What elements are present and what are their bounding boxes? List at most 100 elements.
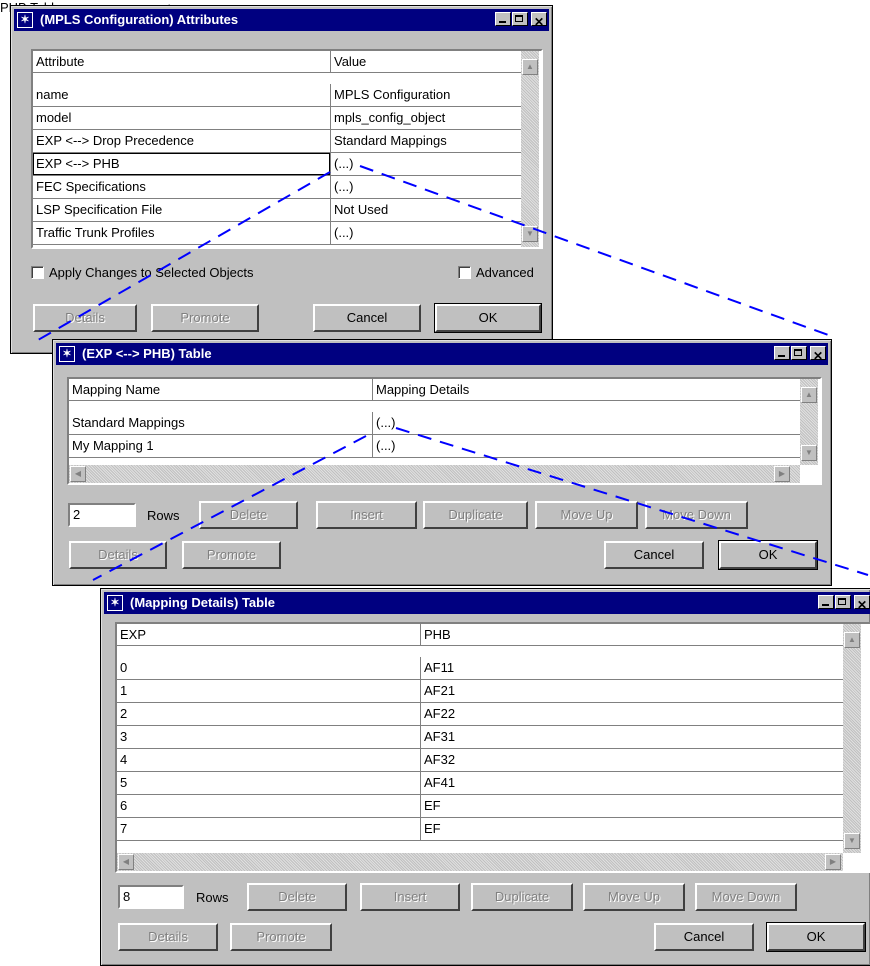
rows-count-input[interactable]: 2 [68,503,136,527]
header-exp[interactable]: EXP [117,624,420,645]
minimize-icon[interactable] [818,595,834,609]
cancel-button[interactable]: Cancel [313,304,421,332]
scroll-right-icon[interactable]: ▶ [825,854,841,870]
attribute-value-cell[interactable]: (...) [330,176,521,198]
table-row[interactable]: Standard Mappings (...) [69,412,800,435]
attribute-value-cell[interactable]: Standard Mappings [330,130,521,152]
phb-cell[interactable]: AF41 [420,772,843,794]
table-row[interactable]: FEC Specifications (...) [33,176,521,199]
phb-cell[interactable]: AF22 [420,703,843,725]
promote-button[interactable]: Promote [230,923,332,951]
table-row[interactable]: 3 AF31 [117,726,843,749]
table-row[interactable]: 1 AF21 [117,680,843,703]
table-row[interactable]: Traffic Trunk Profiles (...) [33,222,521,245]
insert-button[interactable]: Insert [360,883,460,911]
phb-cell[interactable]: EF [420,795,843,817]
minimize-icon[interactable] [774,346,790,360]
table-row[interactable]: EXP <--> Drop Precedence Standard Mappin… [33,130,521,153]
cancel-button[interactable]: Cancel [604,541,704,569]
attribute-value-cell[interactable]: MPLS Configuration [330,84,521,106]
header-mapping-name[interactable]: Mapping Name [69,379,372,400]
scroll-down-icon[interactable]: ▼ [801,445,817,461]
promote-button[interactable]: Promote [151,304,259,332]
duplicate-button[interactable]: Duplicate [423,501,528,529]
horizontal-scrollbar[interactable]: ◀ ▶ [69,465,800,483]
scroll-up-icon[interactable]: ▲ [522,59,538,75]
table-row[interactable]: 6 EF [117,795,843,818]
exp-cell[interactable]: 2 [117,703,420,725]
delete-button[interactable]: Delete [247,883,347,911]
exp-cell[interactable]: 1 [117,680,420,702]
header-attribute[interactable]: Attribute [33,51,330,72]
table-row-selected[interactable]: EXP <--> PHB (...) [33,153,521,176]
ok-button[interactable]: OK [434,303,542,333]
close-icon[interactable] [531,11,547,31]
mapping-name-cell[interactable]: My Mapping 1 [69,435,372,457]
maximize-icon[interactable] [512,12,528,26]
duplicate-button[interactable]: Duplicate [471,883,573,911]
scroll-right-icon[interactable]: ▶ [774,466,790,482]
close-icon[interactable] [810,345,826,365]
close-icon[interactable] [854,594,870,614]
move-up-button[interactable]: Move Up [583,883,685,911]
exp-cell[interactable]: 5 [117,772,420,794]
phb-cell[interactable]: EF [420,818,843,840]
table-row[interactable]: name MPLS Configuration [33,84,521,107]
insert-button[interactable]: Insert [316,501,417,529]
header-phb[interactable]: PHB [420,624,843,645]
ok-button[interactable]: OK [718,540,818,570]
details-button[interactable]: Details [118,923,218,951]
scroll-up-icon[interactable]: ▲ [801,387,817,403]
exp-cell[interactable]: 4 [117,749,420,771]
header-mapping-details[interactable]: Mapping Details [372,379,800,400]
vertical-scrollbar[interactable]: ▲ ▼ [843,624,861,853]
phb-cell[interactable]: AF31 [420,726,843,748]
details-button[interactable]: Details [69,541,167,569]
exp-cell[interactable]: 7 [117,818,420,840]
table-row[interactable]: 0 AF11 [117,657,843,680]
delete-button[interactable]: Delete [199,501,298,529]
mapping-details-cell[interactable]: (...) [372,412,800,434]
phb-titlebar[interactable]: ✶ (EXP <--> PHB) Table [56,343,828,365]
table-row[interactable]: 2 AF22 [117,703,843,726]
exp-cell[interactable]: 3 [117,726,420,748]
attribute-value-cell[interactable]: Not Used [330,199,521,221]
attribute-value-cell[interactable]: (...) [330,153,521,175]
mapping-details-titlebar[interactable]: ✶ (Mapping Details) Table [104,592,870,614]
mapping-details-cell[interactable]: (...) [372,435,800,457]
maximize-icon[interactable] [835,595,851,609]
vertical-scrollbar[interactable]: ▲ ▼ [800,379,818,465]
phb-cell[interactable]: AF32 [420,749,843,771]
details-button[interactable]: Details [33,304,137,332]
advanced-checkbox[interactable]: Advanced [458,265,534,281]
attribute-value-cell[interactable]: (...) [330,222,521,244]
phb-cell[interactable]: AF21 [420,680,843,702]
table-row[interactable]: 7 EF [117,818,843,841]
horizontal-scrollbar[interactable]: ◀ ▶ [117,853,843,871]
move-up-button[interactable]: Move Up [535,501,638,529]
attribute-value-cell[interactable]: mpls_config_object [330,107,521,129]
cancel-button[interactable]: Cancel [654,923,754,951]
scroll-left-icon[interactable]: ◀ [70,466,86,482]
scroll-up-icon[interactable]: ▲ [844,632,860,648]
mapping-name-cell[interactable]: Standard Mappings [69,412,372,434]
maximize-icon[interactable] [791,346,807,360]
scroll-down-icon[interactable]: ▼ [844,833,860,849]
exp-cell[interactable]: 0 [117,657,420,679]
scroll-left-icon[interactable]: ◀ [118,854,134,870]
attributes-titlebar[interactable]: ✶ (MPLS Configuration) Attributes [14,9,549,31]
minimize-icon[interactable] [495,12,511,26]
table-row[interactable]: LSP Specification File Not Used [33,199,521,222]
promote-button[interactable]: Promote [182,541,281,569]
move-down-button[interactable]: Move Down [695,883,797,911]
scroll-down-icon[interactable]: ▼ [522,226,538,242]
ok-button[interactable]: OK [766,922,866,952]
table-row[interactable]: 4 AF32 [117,749,843,772]
vertical-scrollbar[interactable]: ▲ ▼ [521,51,539,247]
apply-changes-checkbox[interactable]: Apply Changes to Selected Objects [31,265,254,281]
exp-cell[interactable]: 6 [117,795,420,817]
table-row[interactable]: model mpls_config_object [33,107,521,130]
table-row[interactable]: My Mapping 1 (...) [69,435,800,458]
header-value[interactable]: Value [330,51,521,72]
move-down-button[interactable]: Move Down [645,501,748,529]
